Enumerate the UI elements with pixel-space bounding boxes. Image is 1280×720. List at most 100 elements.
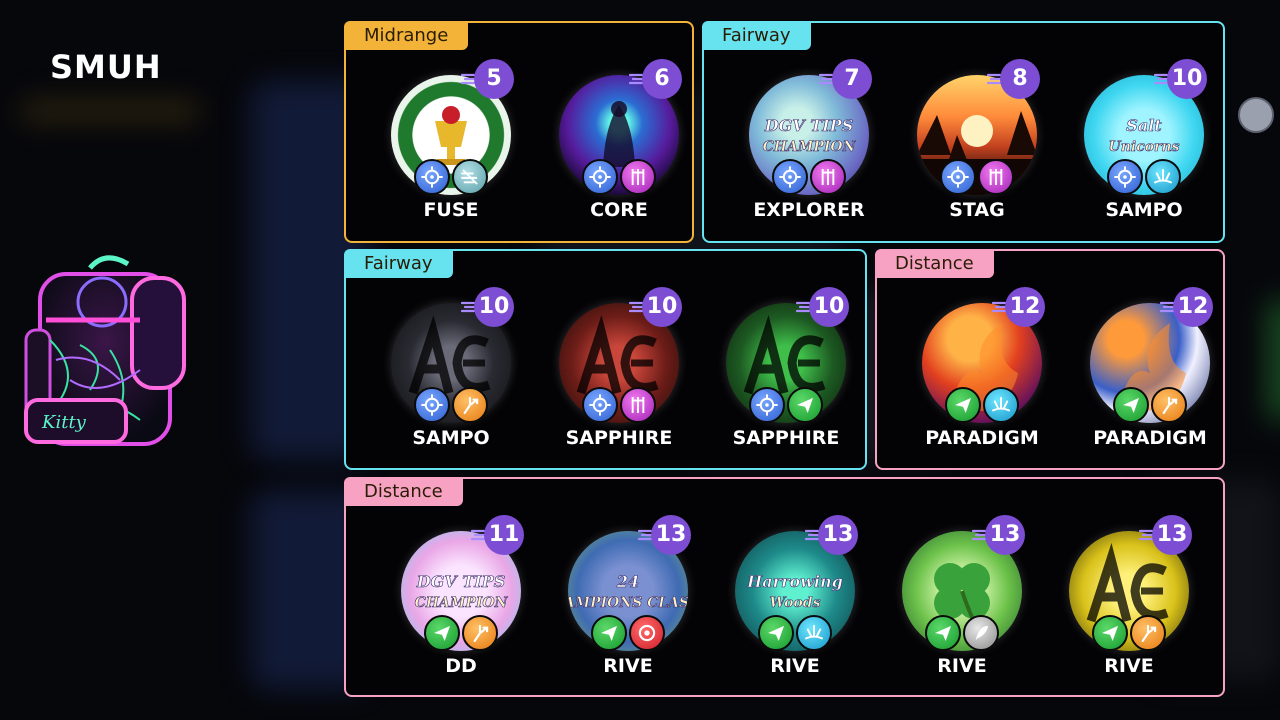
disc-card[interactable]: 12 PARADIGM [1075,287,1225,473]
target-icon [589,166,611,188]
svg-text:CHAMPIONS CLASSIC: CHAMPIONS CLASSIC [568,595,688,611]
svg-text:DGV TIPS: DGV TIPS [416,572,506,591]
paper-plane-icon [925,615,961,651]
disc-name: PARADIGM [925,427,1039,449]
speed-badge: 6 [642,59,682,99]
category-tag: Fairway [702,21,811,50]
target-icon [772,159,808,195]
disc-card[interactable]: 10 SAPPHIRE [544,287,694,473]
disc-card[interactable]: 10 SAMPO [376,287,526,473]
feather-icon [963,615,999,651]
wind-icon [461,169,478,185]
target-icon [414,159,450,195]
chain-icon [978,159,1014,195]
split-arrow-icon [473,624,489,643]
splash-icon [1145,159,1181,195]
disc-name: SAPPHIRE [565,427,673,449]
chain-icon [631,397,645,413]
target-icon [582,387,618,423]
disc-name: RIVE [1104,655,1154,677]
split-arrow-icon [452,387,488,423]
chain-icon [821,169,835,185]
speed-badge: 12 [1173,287,1213,327]
disc-name: SAMPO [1105,199,1183,221]
svg-text:Woods: Woods [770,595,821,611]
paper-plane-icon [797,397,813,413]
svg-text:Kitty: Kitty [41,412,87,433]
splash-icon [992,396,1010,412]
target-icon [1114,166,1136,188]
target-icon [589,394,611,416]
disc-card[interactable]: 5 FUSE [376,59,526,245]
player-name: SMUH [50,48,162,86]
splash-icon [1154,168,1172,184]
speed-badge: 13 [818,515,858,555]
speed-badge: 12 [1005,287,1045,327]
target-icon [940,159,976,195]
disc-name: SAMPO [412,427,490,449]
disc-name: RIVE [770,655,820,677]
wind-icon [452,159,488,195]
disc-card[interactable]: 12 PARADIGM [907,287,1057,473]
disc-name: PARADIGM [1093,427,1207,449]
disc-category-panel: Fairway DGV TIPS CHAMPION 7 EXPLORER 8 S… [702,21,1225,243]
speed-badge: 5 [474,59,514,99]
disc-card[interactable]: 24 CHAMPIONS CLASSIC 13 RIVE [553,515,703,701]
disc-name: DD [445,655,477,677]
svg-text:Harrowing: Harrowing [746,572,843,591]
speed-badge: 13 [985,515,1025,555]
speed-badge: 7 [832,59,872,99]
target-icon [421,166,443,188]
disc-card[interactable]: Harrowing Woods 13 RIVE [720,515,870,701]
split-arrow-icon [462,615,498,651]
disc-card[interactable]: DGV TIPS CHAMPION 11 DD [386,515,536,701]
disc-card[interactable]: 13 RIVE [887,515,1037,701]
disc-name: EXPLORER [753,199,865,221]
svg-text:CHAMPION: CHAMPION [763,139,857,155]
backpack-image[interactable]: Kitty [20,250,190,450]
split-arrow-icon [1162,396,1178,415]
chain-icon [620,159,656,195]
speed-badge: 8 [1000,59,1040,99]
disc-name: CORE [590,199,648,221]
scroll-handle[interactable] [1238,97,1274,133]
background-blur [1268,300,1280,420]
speed-badge: 10 [474,287,514,327]
background-blur [20,100,200,122]
paper-plane-icon [945,387,981,423]
feather-icon [975,625,989,641]
splash-icon [796,615,832,651]
svg-text:Salt: Salt [1126,116,1162,135]
category-tag: Distance [875,249,994,278]
chain-icon [810,159,846,195]
power-icon [629,615,665,651]
paper-plane-icon [768,625,784,641]
disc-card[interactable]: 6 CORE [544,59,694,245]
svg-text:Unicorns: Unicorns [1108,139,1179,155]
paper-plane-icon [1113,387,1149,423]
disc-category-panel: Distance DGV TIPS CHAMPION 11 DD 24 CHAM… [344,477,1225,697]
disc-card[interactable]: Salt Unicorns 10 SAMPO [1069,59,1219,245]
target-icon [421,394,443,416]
target-icon [414,387,450,423]
target-icon [749,387,785,423]
disc-category-panel: Distance 12 PARADIGM 12 PARADIGM [875,249,1225,470]
chain-icon [631,169,645,185]
disc-name: FUSE [423,199,479,221]
paper-plane-icon [424,615,460,651]
disc-card[interactable]: 10 SAPPHIRE [711,287,861,473]
splash-icon [983,387,1019,423]
speed-badge: 10 [642,287,682,327]
speed-badge: 13 [651,515,691,555]
paper-plane-icon [1092,615,1128,651]
paper-plane-icon [935,625,951,641]
paper-plane-icon [601,625,617,641]
disc-name: STAG [949,199,1005,221]
target-icon [1107,159,1143,195]
speed-badge: 10 [1167,59,1207,99]
disc-card[interactable]: DGV TIPS CHAMPION 7 EXPLORER [734,59,884,245]
disc-card[interactable]: 8 STAG [902,59,1052,245]
disc-card[interactable]: 13 RIVE [1054,515,1204,701]
paper-plane-icon [955,397,971,413]
svg-text:24: 24 [616,572,639,591]
